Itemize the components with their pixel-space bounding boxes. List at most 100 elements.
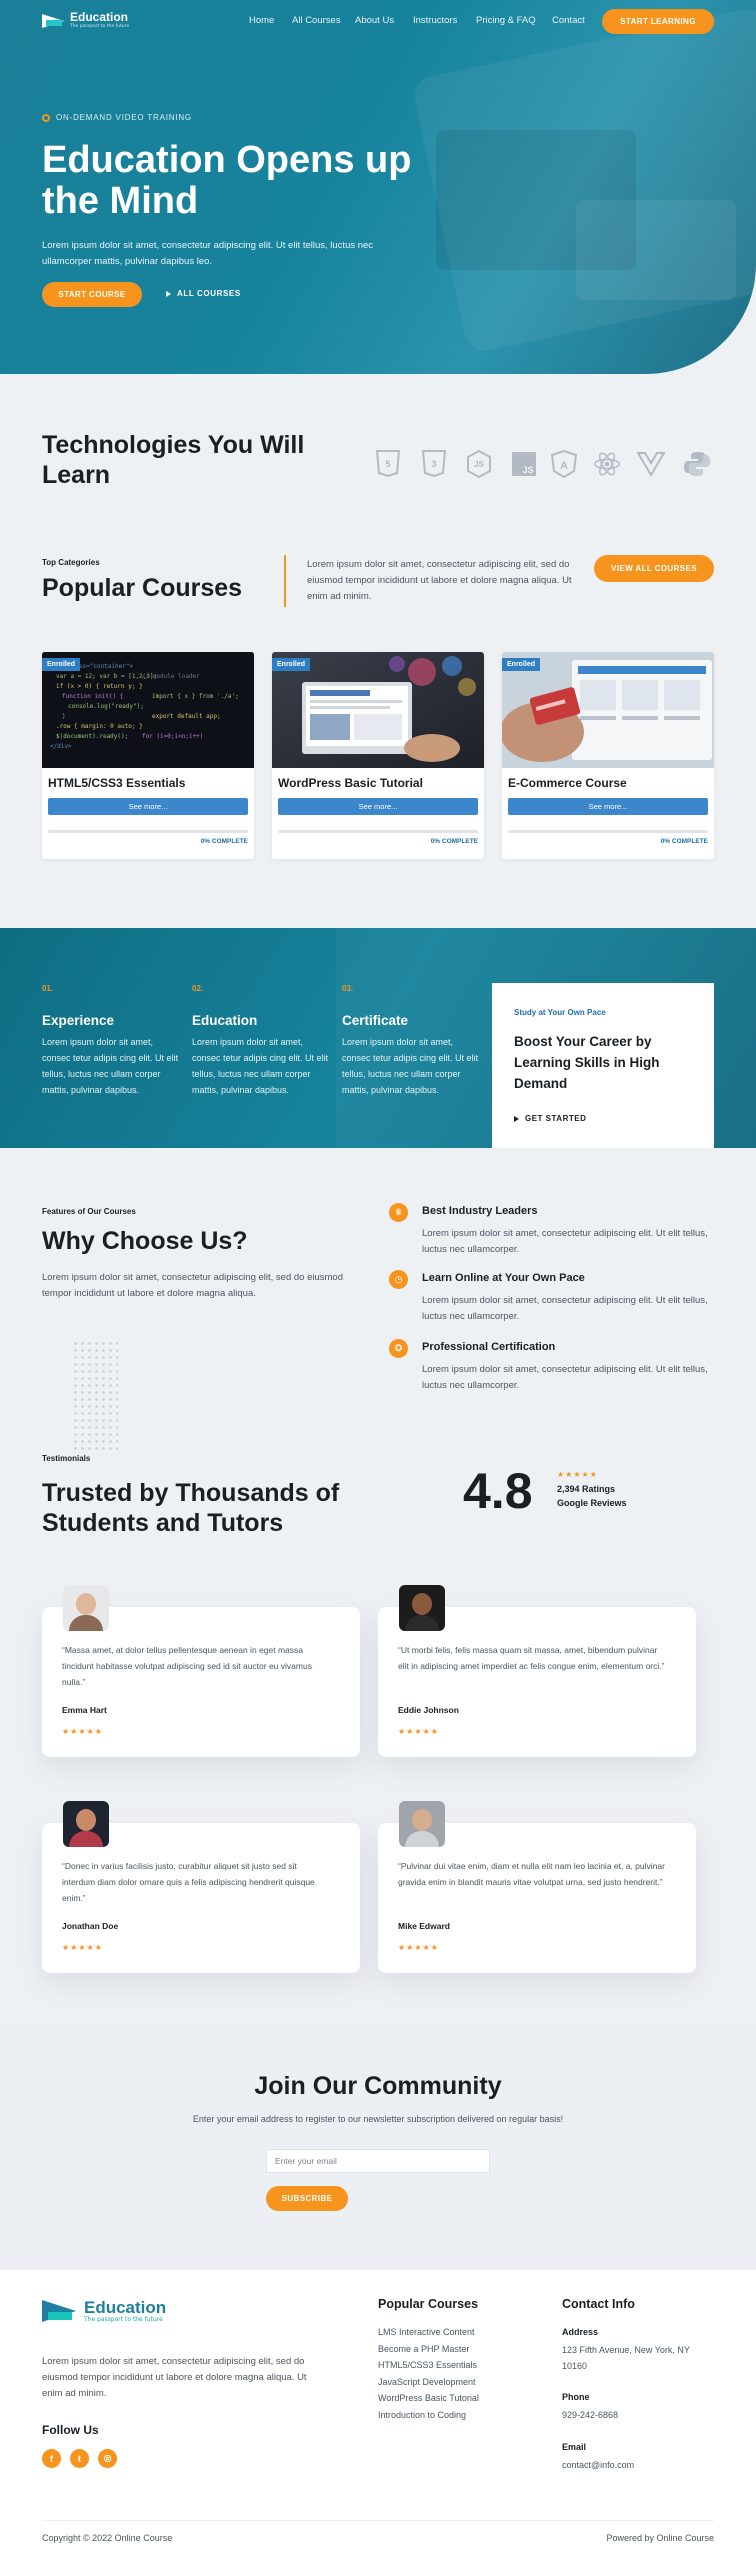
address-value: 123 Fifth Avenue, New York, NY 10160 bbox=[562, 2345, 690, 2371]
svg-text:for (i=0;i<n;i++): for (i=0;i<n;i++) bbox=[142, 733, 203, 740]
why-item-title: Learn Online at Your Own Pace bbox=[422, 1272, 585, 1284]
progress-label: 0% COMPLETE bbox=[660, 838, 708, 845]
avatar bbox=[399, 1801, 445, 1847]
nav-link-home[interactable]: Home bbox=[249, 15, 274, 26]
play-arrow-icon bbox=[514, 1115, 519, 1122]
avatar bbox=[63, 1585, 109, 1631]
react-icon bbox=[593, 450, 621, 478]
phone-value[interactable]: 929-242-6868 bbox=[562, 2407, 618, 2423]
instagram-icon[interactable]: ◎ bbox=[98, 2449, 117, 2468]
star-rating-icon: ★★★★★ bbox=[557, 1470, 598, 1479]
all-courses-link[interactable]: ALL COURSES bbox=[166, 289, 241, 298]
nav-link-about-us[interactable]: About Us bbox=[355, 15, 394, 26]
testimonial-quote: “Massa amet, at dolor tellus pellentesqu… bbox=[62, 1645, 312, 1687]
svg-text:JS: JS bbox=[522, 465, 533, 475]
css3-icon: 3 bbox=[420, 450, 448, 478]
vue-icon bbox=[637, 450, 665, 478]
course-progress-bar bbox=[278, 830, 478, 833]
star-rating-icon: ★★★★★ bbox=[62, 1943, 103, 1952]
enrolled-badge: Enrolled bbox=[42, 658, 81, 671]
footer-courses-heading: Popular Courses bbox=[378, 2297, 479, 2311]
progress-label: 0% COMPLETE bbox=[200, 838, 248, 845]
footer-course-link[interactable]: LMS Interactive Content bbox=[378, 2324, 479, 2341]
nav-link-all-courses[interactable]: All Courses bbox=[292, 15, 341, 26]
course-card[interactable]: Enrolled E-Commerce Course See more... 0… bbox=[502, 652, 714, 859]
ratings-count: 2,394 Ratings bbox=[557, 1484, 616, 1494]
feature-text: Lorem ipsum dolor sit amet, consec tetur… bbox=[192, 1037, 329, 1095]
brand-logo[interactable]: Education The passport to the future bbox=[42, 10, 129, 30]
email-value[interactable]: contact@info.com bbox=[562, 2457, 634, 2473]
course-progress-bar bbox=[48, 830, 248, 833]
brand-name: Education bbox=[84, 2298, 167, 2317]
feature-experience: 01. Experience Lorem ipsum dolor sit ame… bbox=[42, 984, 182, 1098]
logo-mark-icon bbox=[42, 2296, 80, 2326]
powered-by-text: Powered by Online Course bbox=[606, 2533, 714, 2543]
feature-title: Experience bbox=[42, 1013, 115, 1028]
why-kicker: Features of Our Courses bbox=[42, 1207, 136, 1216]
svg-text:export default app;: export default app; bbox=[152, 713, 221, 720]
newsletter-section bbox=[0, 2026, 756, 2270]
dot-pattern-decoration bbox=[72, 1340, 118, 1450]
footer-course-link[interactable]: Introduction to Coding bbox=[378, 2407, 479, 2424]
see-more-button[interactable]: See more... bbox=[508, 798, 708, 815]
see-more-button[interactable]: See more... bbox=[278, 798, 478, 815]
hero-background-shape bbox=[576, 200, 736, 300]
hero-section: Education The passport to the future Hom… bbox=[0, 0, 756, 374]
svg-text:</div>: </div> bbox=[50, 743, 72, 750]
hero-title: Education Opens up the Mind bbox=[42, 139, 412, 222]
facebook-icon[interactable]: f bbox=[42, 2449, 61, 2468]
subscribe-button[interactable]: SUBSCRIBE bbox=[266, 2186, 348, 2211]
svg-text:3: 3 bbox=[431, 459, 436, 469]
star-rating-icon: ★★★★★ bbox=[62, 1727, 103, 1736]
start-course-button[interactable]: START COURSE bbox=[42, 282, 142, 307]
newsletter-description: Enter your email address to register to … bbox=[192, 2114, 564, 2124]
nav-link-contact[interactable]: Contact bbox=[552, 15, 585, 26]
popular-kicker: Top Categories bbox=[42, 558, 100, 567]
footer-course-link[interactable]: HTML5/CSS3 Essentials bbox=[378, 2357, 479, 2374]
why-item-text: Lorem ipsum dolor sit amet, consectetur … bbox=[422, 1364, 708, 1391]
see-more-button[interactable]: See more... bbox=[48, 798, 248, 815]
footer-course-link[interactable]: WordPress Basic Tutorial bbox=[378, 2390, 479, 2407]
nav-link-instructors[interactable]: Instructors bbox=[413, 15, 457, 26]
phone-label: Phone bbox=[562, 2392, 590, 2402]
testimonials-kicker: Testimonials bbox=[42, 1454, 91, 1463]
nodejs-icon: JS bbox=[465, 450, 493, 478]
twitter-icon[interactable]: t bbox=[70, 2449, 89, 2468]
nav-link-pricing-faq[interactable]: Pricing & FAQ bbox=[476, 15, 536, 26]
get-started-label: GET STARTED bbox=[525, 1114, 587, 1123]
brand-tagline: The passport to the future bbox=[84, 2316, 163, 2323]
why-item-text: Lorem ipsum dolor sit amet, consectetur … bbox=[422, 1295, 708, 1322]
course-title[interactable]: HTML5/CSS3 Essentials bbox=[48, 776, 185, 790]
view-all-courses-button[interactable]: VIEW ALL COURSES bbox=[594, 555, 714, 582]
clock-icon: ◷ bbox=[389, 1270, 408, 1289]
svg-text:if (x > 0) { return y; }: if (x > 0) { return y; } bbox=[56, 683, 143, 690]
course-card[interactable]: <div class="container"> var a = 12; var … bbox=[42, 652, 254, 859]
accent-divider bbox=[284, 555, 286, 607]
javascript-icon: JS bbox=[510, 450, 538, 478]
get-started-link[interactable]: GET STARTED bbox=[514, 1114, 586, 1123]
course-card[interactable]: Enrolled WordPress Basic Tutorial See mo… bbox=[272, 652, 484, 859]
copyright-text: Copyright © 2022 Online Course bbox=[42, 2533, 173, 2543]
page: Education The passport to the future Hom… bbox=[0, 0, 756, 2560]
popular-title: Popular Courses bbox=[42, 574, 243, 602]
boost-career-card: Study at Your Own Pace Boost Your Career… bbox=[492, 983, 714, 1148]
progress-label: 0% COMPLETE bbox=[430, 838, 478, 845]
boost-title: Boost Your Career by Learning Skills in … bbox=[514, 1034, 660, 1091]
start-learning-button[interactable]: START LEARNING bbox=[602, 9, 714, 34]
hero-kicker-text: ON-DEMAND VIDEO TRAINING bbox=[56, 113, 192, 122]
course-title[interactable]: E-Commerce Course bbox=[508, 776, 627, 790]
course-title[interactable]: WordPress Basic Tutorial bbox=[278, 776, 423, 790]
footer-course-link[interactable]: Become a PHP Master bbox=[378, 2341, 479, 2358]
email-label: Email bbox=[562, 2442, 587, 2452]
boost-kicker: Study at Your Own Pace bbox=[514, 1008, 606, 1017]
svg-text:function init() {: function init() { bbox=[62, 693, 123, 700]
footer-logo[interactable]: Education The passport to the future bbox=[42, 2296, 166, 2326]
footer-courses-list: LMS Interactive Content Become a PHP Mas… bbox=[378, 2324, 479, 2424]
top-navigation: Education The passport to the future Hom… bbox=[0, 0, 756, 44]
follow-us-heading: Follow Us bbox=[42, 2423, 99, 2437]
why-description: Lorem ipsum dolor sit amet, consectetur … bbox=[42, 1272, 343, 1299]
testimonial-author: Mike Edward bbox=[398, 1921, 450, 1931]
footer-course-link[interactable]: JavaScript Development bbox=[378, 2374, 479, 2391]
feature-certificate: 03. Certificate Lorem ipsum dolor sit am… bbox=[342, 984, 482, 1098]
email-field[interactable] bbox=[266, 2149, 490, 2173]
